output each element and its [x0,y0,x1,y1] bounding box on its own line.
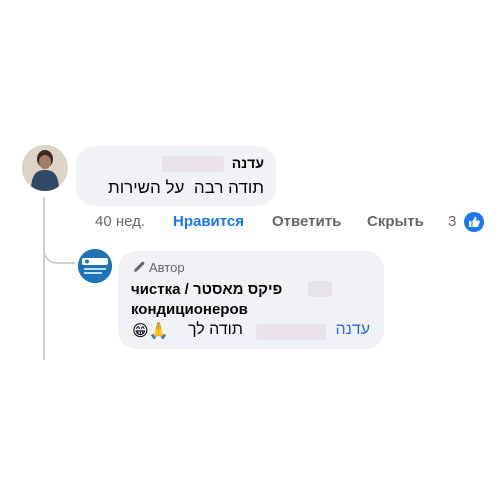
commenter-avatar[interactable] [22,145,68,191]
author-badge: Автор [132,260,185,277]
redacted-name [161,156,224,173]
reply-avatar[interactable] [78,249,112,283]
thread-line-branch [43,240,75,264]
comment-time[interactable]: 40 нед. [95,211,145,233]
reply-author-line1[interactable]: чистка / פיקס מאסטר [131,281,282,298]
redacted-mention [256,324,326,340]
mention-link[interactable]: עדנה [335,321,370,339]
like-button[interactable]: Нравится [173,211,244,233]
comment-text: תודה רבה על השירות [107,178,264,197]
comment-actions: 40 нед. Нравится Ответить Скрыть 3 [95,211,495,233]
comment-author-name[interactable]: עדנה [232,155,264,171]
comment-author-row: עדנה [161,155,264,173]
comment-bubble: עדנה תודה רבה על השירות [76,146,276,206]
pencil-icon [132,260,146,277]
like-reaction-icon[interactable] [464,212,484,232]
emoji-reaction: 😁🙏 [132,323,169,340]
reactions-count[interactable]: 3 [448,211,456,233]
hide-button[interactable]: Скрыть [367,211,424,233]
reply-author-line2[interactable]: кондиционеров [131,301,248,318]
reply-text: תודה לך [188,321,243,338]
reply-bubble: Автор чистка / פיקס מאסטר кондиционеров … [118,251,384,349]
reply-text-row: 😁🙏 תודה לך עדנה [132,321,370,343]
reply-button[interactable]: Ответить [272,211,341,233]
redacted-author-part [308,281,332,297]
thread-line-vertical [43,197,45,360]
